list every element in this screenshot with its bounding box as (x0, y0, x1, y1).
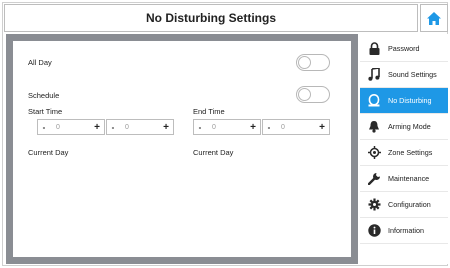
sidebar-item-label: Information (388, 226, 424, 235)
start-hour-stepper[interactable]: - 0 + (37, 119, 105, 135)
sidebar-item-sound-settings[interactable]: Sound Settings (360, 62, 448, 88)
lock-icon (360, 42, 388, 55)
sidebar-item-label: Password (388, 44, 420, 53)
stepper-value: 0 (56, 123, 60, 131)
toggle-knob (298, 88, 311, 101)
title-bar: No Disturbing Settings (4, 4, 418, 32)
all-day-label: All Day (28, 58, 52, 67)
end-current-day-label: Current Day (193, 148, 234, 157)
settings-panel: All Day Schedule Start Time End Time - 0… (6, 34, 358, 264)
page-title: No Disturbing Settings (146, 11, 276, 25)
sidebar-item-label: No Disturbing (388, 96, 432, 105)
toggle-knob (298, 56, 311, 69)
no-disturb-icon (360, 94, 388, 107)
decrement-button[interactable]: - (107, 123, 119, 132)
sidebar-item-password[interactable]: Password (360, 36, 448, 62)
bell-icon (360, 120, 388, 133)
home-icon (427, 11, 441, 25)
schedule-toggle[interactable] (296, 86, 330, 103)
end-time-label: End Time (193, 107, 225, 116)
settings-sidebar: Password Sound Settings No Disturbing Ar… (360, 34, 448, 264)
increment-button[interactable]: + (159, 122, 173, 133)
sidebar-item-zone-settings[interactable]: Zone Settings (360, 140, 448, 166)
all-day-toggle[interactable] (296, 54, 330, 71)
stepper-value: 0 (212, 123, 216, 131)
sidebar-item-configuration[interactable]: Configuration (360, 192, 448, 218)
increment-button[interactable]: + (90, 122, 104, 133)
start-minute-stepper[interactable]: - 0 + (106, 119, 174, 135)
wrench-icon (360, 172, 388, 185)
decrement-button[interactable]: - (263, 123, 275, 132)
end-hour-stepper[interactable]: - 0 + (193, 119, 261, 135)
music-note-icon (360, 68, 388, 81)
sidebar-item-maintenance[interactable]: Maintenance (360, 166, 448, 192)
end-minute-stepper[interactable]: - 0 + (262, 119, 330, 135)
crosshair-icon (360, 146, 388, 159)
start-current-day-label: Current Day (28, 148, 69, 157)
settings-content: All Day Schedule Start Time End Time - 0… (13, 41, 351, 257)
decrement-button[interactable]: - (38, 123, 50, 132)
increment-button[interactable]: + (246, 122, 260, 133)
decrement-button[interactable]: - (194, 123, 206, 132)
info-icon (360, 224, 388, 237)
increment-button[interactable]: + (315, 122, 329, 133)
sidebar-item-label: Zone Settings (388, 148, 433, 157)
stepper-value: 0 (125, 123, 129, 131)
gear-icon (360, 198, 388, 211)
schedule-label: Schedule (28, 91, 60, 100)
sidebar-item-arming-mode[interactable]: Arming Mode (360, 114, 448, 140)
stepper-value: 0 (281, 123, 285, 131)
start-time-label: Start Time (28, 107, 63, 116)
sidebar-item-label: Arming Mode (388, 122, 431, 131)
sidebar-item-label: Maintenance (388, 174, 430, 183)
home-button[interactable] (420, 4, 448, 32)
sidebar-item-label: Sound Settings (388, 70, 437, 79)
sidebar-item-no-disturbing[interactable]: No Disturbing (360, 88, 448, 114)
sidebar-item-information[interactable]: Information (360, 218, 448, 244)
sidebar-item-label: Configuration (388, 200, 431, 209)
